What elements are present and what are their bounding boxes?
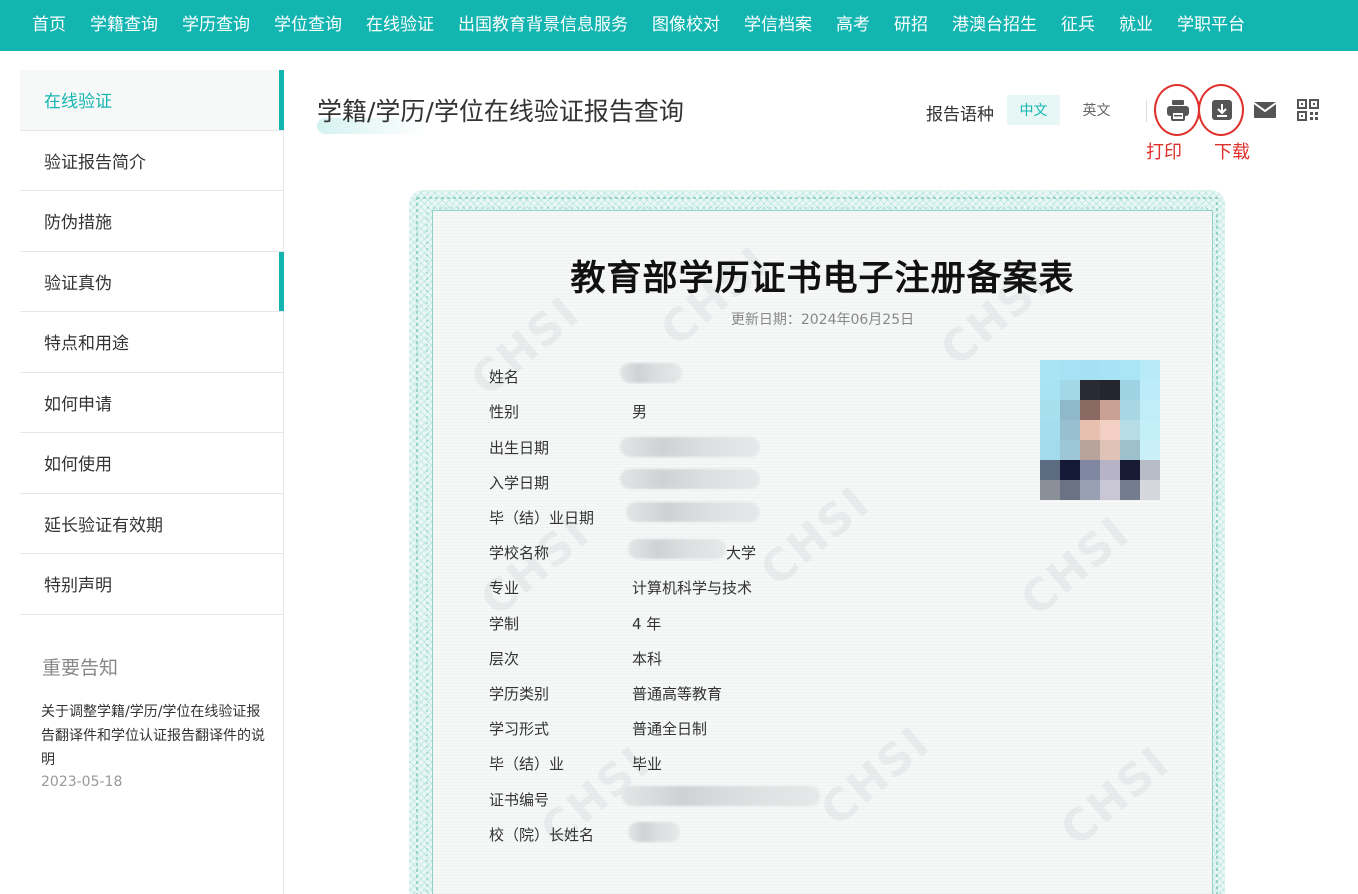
sidebar-item-label: 延长验证有效期 bbox=[44, 515, 163, 536]
notice-link[interactable]: 关于调整学籍/学历/学位在线验证报告翻译件和学位认证报告翻译件的说明 bbox=[20, 700, 284, 772]
notice-date: 2023-05-18 bbox=[41, 773, 123, 790]
toolbar-divider bbox=[1146, 100, 1147, 122]
notice-title: 重要告知 bbox=[42, 656, 119, 679]
sidebar-item-label: 验证真伪 bbox=[44, 273, 112, 294]
certificate-title: 教育部学历证书电子注册备案表 bbox=[570, 259, 1075, 299]
sidebar-item-features[interactable]: 特点和用途 bbox=[20, 312, 284, 373]
nav-archive[interactable]: 学信档案 bbox=[744, 3, 812, 48]
hover-indicator bbox=[279, 251, 284, 311]
redacted-value bbox=[628, 539, 726, 559]
print-annotation: 打印 bbox=[1146, 142, 1182, 163]
download-annotation: 下载 bbox=[1214, 142, 1250, 163]
field-label-name: 姓名 bbox=[489, 368, 520, 386]
field-value-degree-type: 普通高等教育 bbox=[632, 685, 723, 703]
sidebar-item-special-statement[interactable]: 特别声明 bbox=[20, 554, 284, 615]
sidebar-item-label: 验证报告简介 bbox=[44, 152, 146, 173]
field-label-school-name: 学校名称 bbox=[489, 544, 550, 562]
print-highlight-circle bbox=[1154, 84, 1200, 136]
lang-english-button[interactable]: 英文 bbox=[1070, 95, 1123, 125]
field-label-level: 层次 bbox=[489, 650, 520, 668]
field-label-major: 专业 bbox=[489, 579, 520, 597]
qr-code-icon[interactable] bbox=[1294, 96, 1322, 124]
nav-student-status[interactable]: 学籍查询 bbox=[90, 3, 158, 48]
nav-hmt-admission[interactable]: 港澳台招生 bbox=[952, 3, 1037, 48]
certificate-update-date: 更新日期：2024年06月25日 bbox=[730, 312, 915, 328]
redacted-value bbox=[620, 437, 760, 457]
mail-icon[interactable] bbox=[1251, 96, 1279, 124]
redacted-value bbox=[620, 469, 760, 489]
field-label-certificate-number: 证书编号 bbox=[489, 791, 550, 809]
field-label-degree-type: 学历类别 bbox=[489, 685, 550, 703]
sidebar-item-label: 在线验证 bbox=[44, 92, 112, 113]
sidebar-item-label: 特点和用途 bbox=[44, 334, 129, 355]
field-value-major: 计算机科学与技术 bbox=[632, 579, 753, 597]
sidebar-item-label: 特别声明 bbox=[44, 576, 112, 597]
page-title: 学籍/学历/学位在线验证报告查询 bbox=[317, 97, 684, 126]
active-indicator bbox=[279, 70, 284, 130]
field-label-graduation-status: 毕（结）业 bbox=[489, 755, 565, 773]
field-value-gender: 男 bbox=[632, 403, 648, 421]
nav-career-platform[interactable]: 学职平台 bbox=[1177, 3, 1245, 48]
lang-label: 报告语种 bbox=[926, 105, 994, 125]
sidebar-item-online-verify[interactable]: 在线验证 bbox=[20, 70, 284, 131]
sidebar-item-label: 如何申请 bbox=[44, 394, 112, 415]
download-highlight-circle bbox=[1198, 84, 1244, 136]
nav-image-check[interactable]: 图像校对 bbox=[652, 3, 720, 48]
watermark: CHSI bbox=[1051, 736, 1180, 857]
field-label-president-name: 校（院）长姓名 bbox=[489, 826, 595, 844]
sidebar-item-anti-fake[interactable]: 防伪措施 bbox=[20, 191, 284, 252]
field-value-study-mode: 普通全日制 bbox=[632, 720, 708, 738]
field-value-graduation-status: 毕业 bbox=[632, 755, 663, 773]
sidebar-item-label: 防伪措施 bbox=[44, 213, 112, 234]
redacted-value bbox=[626, 502, 760, 522]
redacted-value bbox=[628, 822, 680, 842]
nav-home[interactable]: 首页 bbox=[32, 3, 66, 48]
nav-degree-query[interactable]: 学位查询 bbox=[274, 3, 342, 48]
redacted-value bbox=[622, 786, 820, 806]
field-label-birth-date: 出生日期 bbox=[489, 439, 550, 457]
sidebar-item-extend-validity[interactable]: 延长验证有效期 bbox=[20, 494, 284, 554]
nav-grad-admission[interactable]: 研招 bbox=[894, 3, 928, 48]
student-photo bbox=[1040, 360, 1160, 500]
sidebar-item-verify-authenticity[interactable]: 验证真伪 bbox=[20, 251, 284, 312]
sidebar-item-how-use[interactable]: 如何使用 bbox=[20, 433, 284, 494]
sidebar-item-how-apply[interactable]: 如何申请 bbox=[20, 373, 284, 433]
lang-chinese-button[interactable]: 中文 bbox=[1007, 95, 1060, 125]
watermark: CHSI bbox=[811, 716, 940, 837]
nav-employment[interactable]: 就业 bbox=[1119, 3, 1153, 48]
watermark: CHSI bbox=[1011, 506, 1140, 627]
nav-abroad-service[interactable]: 出国教育背景信息服务 bbox=[458, 3, 628, 48]
sidebar-item-label: 如何使用 bbox=[44, 455, 112, 476]
sidebar-item-report-intro[interactable]: 验证报告简介 bbox=[20, 131, 284, 191]
watermark: CHSI bbox=[461, 286, 590, 407]
redacted-value bbox=[620, 363, 682, 383]
nav-degree-record[interactable]: 学历查询 bbox=[182, 3, 250, 48]
field-label-graduation-date: 毕（结）业日期 bbox=[489, 509, 595, 527]
field-label-duration: 学制 bbox=[489, 615, 520, 633]
top-nav: 首页 学籍查询 学历查询 学位查询 在线验证 出国教育背景信息服务 图像校对 学… bbox=[0, 0, 1358, 51]
field-label-study-mode: 学习形式 bbox=[489, 720, 550, 738]
field-value-school-name: 大学 bbox=[726, 544, 757, 562]
nav-online-verify[interactable]: 在线验证 bbox=[366, 3, 434, 48]
field-value-level: 本科 bbox=[632, 650, 663, 668]
sidebar: 在线验证 验证报告简介 防伪措施 验证真伪 特点和用途 如何申请 如何使用 延长… bbox=[20, 70, 284, 894]
field-value-duration: 4 年 bbox=[632, 615, 662, 633]
watermark: CHSI bbox=[751, 476, 880, 597]
nav-conscription[interactable]: 征兵 bbox=[1061, 3, 1095, 48]
field-label-gender: 性别 bbox=[489, 403, 520, 421]
nav-gaokao[interactable]: 高考 bbox=[836, 3, 870, 48]
field-label-enrollment-date: 入学日期 bbox=[489, 474, 550, 492]
